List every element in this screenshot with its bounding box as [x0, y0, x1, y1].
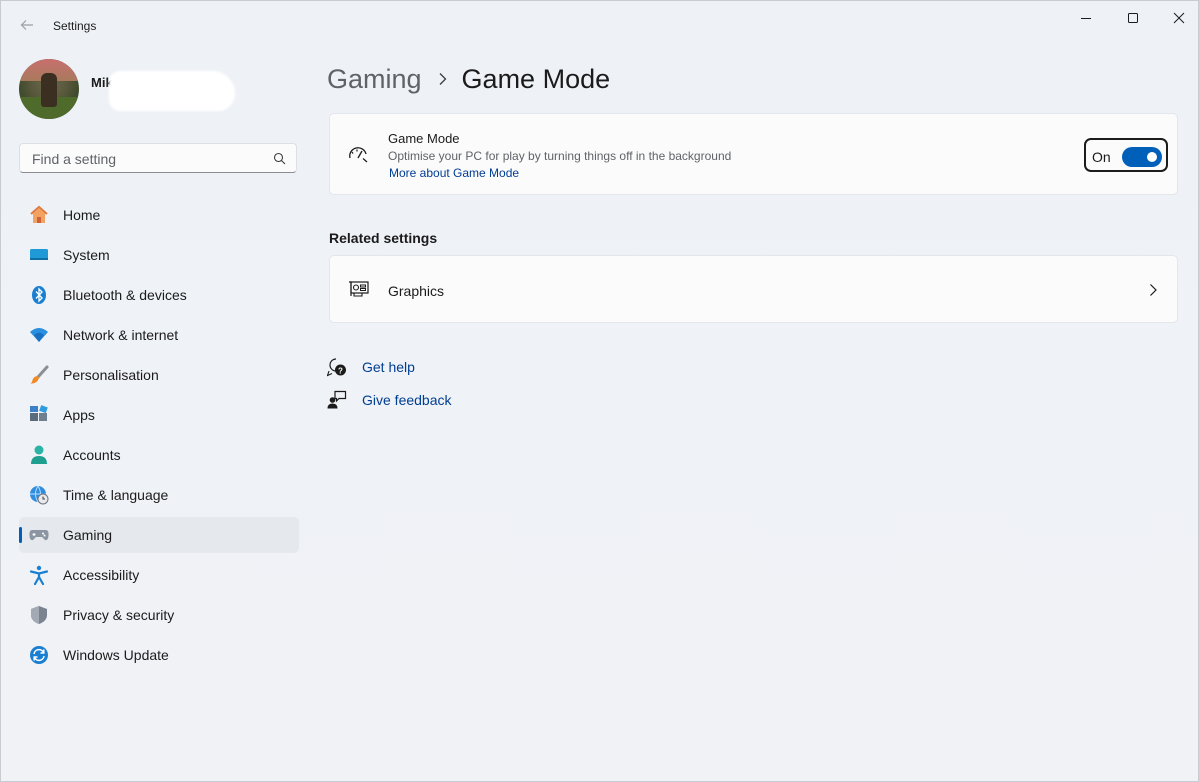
- brush-icon: [29, 365, 49, 385]
- avatar[interactable]: [19, 59, 79, 119]
- close-button[interactable]: [1159, 7, 1198, 29]
- maximize-icon: [1128, 13, 1138, 23]
- game-mode-toggle-focus[interactable]: On: [1084, 138, 1168, 172]
- feedback-icon: [327, 390, 347, 410]
- game-mode-card: Game Mode Optimise your PC for play by t…: [329, 113, 1178, 195]
- search-box[interactable]: [19, 143, 297, 173]
- game-mode-description: Optimise your PC for play by turning thi…: [388, 149, 732, 163]
- sidebar-item-label: Time & language: [63, 487, 169, 503]
- wifi-icon: [29, 325, 49, 345]
- back-button[interactable]: [17, 15, 37, 35]
- avatar-figure: [41, 73, 57, 107]
- sidebar-item-label: Bluetooth & devices: [63, 287, 187, 303]
- sidebar-item-label: Gaming: [63, 527, 113, 543]
- settings-window: Settings Mika Home: [0, 0, 1199, 782]
- sidebar-item-label: Windows Update: [63, 647, 169, 663]
- maximize-button[interactable]: [1113, 7, 1153, 29]
- sidebar-item-bluetooth[interactable]: Bluetooth & devices: [19, 277, 299, 313]
- sidebar-nav: Home System Bluetooth & devices Network …: [19, 197, 299, 677]
- sidebar-item-label: Apps: [63, 407, 95, 423]
- give-feedback-row: Give feedback: [327, 389, 452, 411]
- update-icon: [29, 645, 49, 665]
- apps-icon: [29, 405, 49, 425]
- sidebar-item-gaming[interactable]: Gaming: [19, 517, 299, 553]
- sidebar-item-label: Accounts: [63, 447, 121, 463]
- search-input[interactable]: [30, 148, 264, 170]
- system-icon: [29, 245, 49, 265]
- sidebar-item-label: Personalisation: [63, 367, 159, 383]
- breadcrumb: Gaming Game Mode: [327, 59, 610, 99]
- help-icon: ?: [327, 357, 347, 377]
- gamepad-icon: [29, 525, 49, 545]
- home-icon: [29, 205, 49, 225]
- sidebar-item-privacy[interactable]: Privacy & security: [19, 597, 299, 633]
- sidebar-item-label: Network & internet: [63, 327, 179, 343]
- accessibility-icon: [29, 565, 49, 585]
- sidebar-item-apps[interactable]: Apps: [19, 397, 299, 433]
- game-mode-toggle[interactable]: [1122, 147, 1162, 167]
- sidebar-item-time-language[interactable]: Time & language: [19, 477, 299, 513]
- graphics-card[interactable]: Graphics: [329, 255, 1178, 323]
- sidebar-item-system[interactable]: System: [19, 237, 299, 273]
- close-icon: [1173, 12, 1185, 24]
- toggle-knob: [1147, 152, 1157, 162]
- redacted-email: [109, 71, 235, 111]
- sidebar-item-accounts[interactable]: Accounts: [19, 437, 299, 473]
- back-arrow-icon: [20, 20, 33, 30]
- breadcrumb-parent[interactable]: Gaming: [327, 64, 422, 95]
- active-indicator: [19, 527, 22, 543]
- sidebar-item-label: Privacy & security: [63, 607, 175, 623]
- svg-text:?: ?: [338, 366, 343, 375]
- chevron-right-icon: [438, 72, 448, 86]
- sidebar-item-label: Home: [63, 207, 101, 223]
- search-icon[interactable]: [273, 152, 286, 165]
- chevron-right-icon: [1148, 283, 1158, 302]
- sidebar-item-label: Accessibility: [63, 567, 140, 583]
- graphics-label: Graphics: [388, 283, 445, 299]
- sidebar-item-windows-update[interactable]: Windows Update: [19, 637, 299, 673]
- app-title: Settings: [53, 19, 97, 33]
- title-bar: Settings: [1, 1, 1198, 49]
- globe-clock-icon: [29, 485, 49, 505]
- page-title: Game Mode: [461, 63, 611, 94]
- sidebar-item-personalisation[interactable]: Personalisation: [19, 357, 299, 393]
- give-feedback-link[interactable]: Give feedback: [362, 392, 452, 408]
- shield-icon: [29, 605, 49, 625]
- sidebar-item-label: System: [63, 247, 110, 263]
- sidebar-item-accessibility[interactable]: Accessibility: [19, 557, 299, 593]
- speedometer-icon: [348, 146, 370, 169]
- get-help-link[interactable]: Get help: [362, 359, 415, 375]
- minimize-icon: [1081, 18, 1091, 19]
- toggle-state-label: On: [1092, 149, 1111, 165]
- bluetooth-icon: [29, 285, 49, 305]
- sidebar-item-network[interactable]: Network & internet: [19, 317, 299, 353]
- sidebar-item-home[interactable]: Home: [19, 197, 299, 233]
- game-mode-title: Game Mode: [388, 131, 460, 146]
- graphics-card-icon: [348, 280, 370, 303]
- accounts-icon: [29, 445, 49, 465]
- related-settings-heading: Related settings: [329, 230, 438, 246]
- more-about-game-mode-link[interactable]: More about Game Mode: [389, 166, 519, 180]
- minimize-button[interactable]: [1066, 7, 1106, 29]
- get-help-row: ? Get help: [327, 356, 415, 378]
